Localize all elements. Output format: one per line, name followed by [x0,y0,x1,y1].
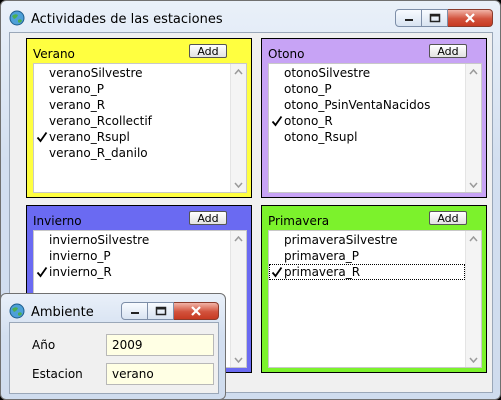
close-icon [191,306,201,316]
list-item[interactable]: otono_Rsupl [269,129,465,145]
maximize-button[interactable] [422,9,448,27]
scroll-down-icon[interactable] [233,354,244,365]
scrollbar-verano[interactable] [230,64,246,192]
list-item-label: invierno_R [49,265,112,279]
maximize-icon [155,306,166,316]
panel-primavera: Primavera Add primaveraSilvestre primaver… [261,205,487,373]
list-verano-items: veranoSilvestre verano_P verano_R verano_Rc… [34,65,230,161]
list-item-label: veranoSilvestre [49,66,143,80]
list-otono-items: otonoSilvestre otono_P otono_PsinVentaNaci… [269,65,465,145]
list-item[interactable]: otonoSilvestre [269,65,465,81]
add-verano-button[interactable]: Add [189,44,227,58]
list-item-label: verano_Rsupl [49,130,130,144]
year-label: Año [32,338,56,352]
main-window-controls [395,9,493,27]
list-item-label: otono_PsinVentaNacidos [284,98,431,112]
close-button[interactable] [448,9,493,27]
list-item-label: verano_R [49,98,106,112]
list-item[interactable]: inviernoSilvestre [34,232,230,248]
estacion-label: Estacion [32,367,83,381]
dialog-minimize-button[interactable] [121,302,148,320]
panel-otono-label: Otono [268,47,305,61]
dialog-maximize-button[interactable] [148,302,174,320]
panel-verano-label: Verano [33,47,75,61]
main-titlebar[interactable]: Actividades de las estaciones [1,1,500,35]
scroll-down-icon[interactable] [233,179,244,190]
ambiente-dialog: Ambiente Año 2009 Estacion verano [0,293,226,400]
year-input[interactable]: 2009 [106,334,214,356]
list-verano[interactable]: veranoSilvestre verano_P verano_R verano_Rc… [33,63,247,193]
list-item-label: otono_Rsupl [284,130,358,144]
list-item-label: verano_Rcollectif [49,114,152,128]
add-primavera-button[interactable]: Add [429,211,467,225]
list-invierno-items: inviernoSilvestre invierno_P invierno_R [34,232,230,280]
list-item-label: primavera_R [284,265,361,279]
panel-verano: Verano Add veranoSilvestre verano_P verano… [26,38,252,198]
scroll-down-icon[interactable] [468,354,479,365]
minimize-icon [404,19,413,21]
panel-otono: Otono Add otonoSilvestre otono_P otono_Psi… [261,38,487,198]
list-item[interactable]: invierno_P [34,248,230,264]
checkmark-icon [36,131,48,143]
list-item[interactable]: otono_PsinVentaNacidos [269,97,465,113]
scroll-up-icon[interactable] [233,233,244,244]
scrollbar-otono[interactable] [465,64,481,192]
list-item[interactable]: primavera_P [269,248,465,264]
maximize-icon [429,13,440,23]
close-icon [465,13,475,23]
scroll-up-icon[interactable] [233,66,244,77]
list-item[interactable]: invierno_R [34,264,230,280]
panel-invierno-label: Invierno [33,214,82,228]
dialog-title: Ambiente [31,305,94,320]
list-item-label: verano_P [49,82,104,96]
dialog-titlebar[interactable]: Ambiente [1,294,225,322]
panel-primavera-label: Primavera [268,214,330,228]
list-primavera-items: primaveraSilvestre primavera_P primavera_R [269,232,465,280]
list-item[interactable]: verano_Rsupl [34,129,230,145]
list-primavera[interactable]: primaveraSilvestre primavera_P primavera_R [268,230,482,368]
add-invierno-button[interactable]: Add [189,211,227,225]
checkmark-icon [271,115,283,127]
main-window-title: Actividades de las estaciones [31,12,223,27]
list-item-label: primavera_P [284,249,359,263]
checkmark-icon [271,266,283,278]
list-item[interactable]: veranoSilvestre [34,65,230,81]
minimize-button[interactable] [395,9,422,27]
list-item[interactable]: otono_R [269,113,465,129]
list-item-label: verano_R_danilo [49,146,148,160]
list-otono[interactable]: otonoSilvestre otono_P otono_PsinVentaNaci… [268,63,482,193]
scrollbar-primavera[interactable] [465,231,481,367]
list-item[interactable]: verano_R [34,97,230,113]
dialog-client-area: Año 2009 Estacion verano [9,322,219,394]
list-item[interactable]: primavera_R [269,264,465,280]
scroll-up-icon[interactable] [468,66,479,77]
list-item-label: primaveraSilvestre [284,233,398,247]
list-item-label: otono_R [284,114,333,128]
scroll-down-icon[interactable] [468,179,479,190]
estacion-input[interactable]: verano [106,363,214,385]
list-item[interactable]: verano_R_danilo [34,145,230,161]
scrollbar-invierno[interactable] [230,231,246,367]
list-item[interactable]: verano_Rcollectif [34,113,230,129]
minimize-icon [130,312,139,314]
dialog-close-button[interactable] [174,302,219,320]
list-item[interactable]: verano_P [34,81,230,97]
list-item-label: inviernoSilvestre [49,233,150,247]
list-item-label: otono_P [284,82,332,96]
app-globe-icon [9,10,25,26]
list-item-label: otonoSilvestre [284,66,371,80]
list-item[interactable]: primaveraSilvestre [269,232,465,248]
list-item-label: invierno_P [49,249,111,263]
dialog-controls [121,302,219,320]
scroll-up-icon[interactable] [468,233,479,244]
list-item[interactable]: otono_P [269,81,465,97]
checkmark-icon [36,266,48,278]
add-otono-button[interactable]: Add [429,44,467,58]
dialog-globe-icon [9,303,25,319]
